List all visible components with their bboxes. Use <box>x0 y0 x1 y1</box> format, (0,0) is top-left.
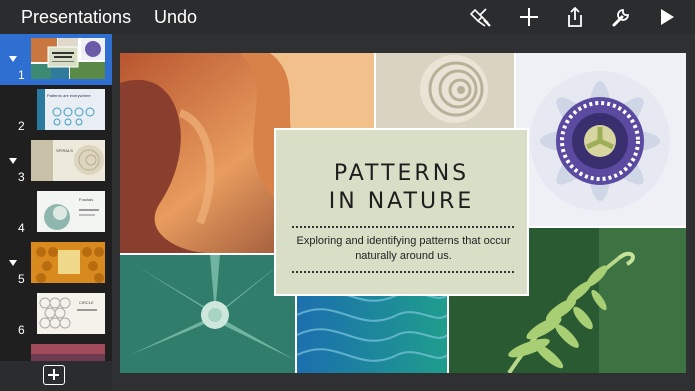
add-slide-bar <box>0 361 112 391</box>
slide-6-preview: CIRCLE <box>37 293 105 334</box>
slide-thumbnail-5[interactable]: 5 <box>0 238 112 289</box>
collapse-triangle-icon[interactable] <box>9 260 17 266</box>
format-brush-icon[interactable] <box>470 6 492 28</box>
slide-number: 6 <box>18 323 25 337</box>
presentations-button[interactable]: Presentations <box>21 7 131 28</box>
slide-subtitle[interactable]: Exploring and identifying patterns that … <box>286 234 521 264</box>
slide-number: 1 <box>18 68 25 82</box>
slide-thumbnail-3[interactable]: SPIRALS 3 <box>0 136 112 187</box>
divider-top <box>292 226 514 228</box>
slide-4-preview: Fractals <box>37 191 105 232</box>
share-icon[interactable] <box>564 6 586 28</box>
top-toolbar: Presentations Undo <box>0 0 695 34</box>
undo-button[interactable]: Undo <box>154 7 197 28</box>
succulent-photo <box>120 255 295 373</box>
shell-photo <box>376 53 514 128</box>
slide-number: 3 <box>18 170 25 184</box>
slide-5-preview <box>31 242 105 283</box>
slide-2-caption: Patterns are everywhere <box>47 93 91 98</box>
slide-3-caption: SPIRALS <box>56 148 73 153</box>
slide-thumbnail-2[interactable]: Patterns are everywhere 2 <box>0 85 112 136</box>
slide-number: 5 <box>18 272 25 286</box>
slide-number: 2 <box>18 119 25 133</box>
collapse-triangle-icon[interactable] <box>9 158 17 164</box>
wrench-icon[interactable] <box>610 6 632 28</box>
slide-3-preview: SPIRALS <box>31 140 105 181</box>
slide-title-line-1: PATTERNS <box>333 161 470 186</box>
passion-flower-photo <box>516 53 686 226</box>
add-slide-button[interactable] <box>43 365 65 385</box>
slide-title-line-2: IN NATURE <box>328 189 475 214</box>
slide-6-caption: CIRCLE <box>79 300 94 305</box>
slide-number: 4 <box>18 221 25 235</box>
slide-2-preview: Patterns are everywhere <box>37 89 105 130</box>
slide-thumbnail-4[interactable]: Fractals 4 <box>0 187 112 238</box>
collapse-triangle-icon[interactable] <box>9 56 17 62</box>
slide-1-preview <box>31 38 105 79</box>
slide-thumbnail-1[interactable]: 1 <box>0 34 112 85</box>
title-text-box[interactable]: PATTERNS IN NATURE Exploring and identif… <box>274 128 529 296</box>
slide-canvas[interactable]: PATTERNS IN NATURE Exploring and identif… <box>120 53 686 373</box>
add-plus-icon[interactable] <box>518 6 540 28</box>
play-icon[interactable] <box>656 6 678 28</box>
divider-bottom <box>292 271 514 273</box>
slide-navigator: 1 Patterns are everywhere 2 SPIRALS 3 Fr… <box>0 34 112 391</box>
slide-title[interactable]: PATTERNS IN NATURE <box>276 160 527 216</box>
slide-4-caption: Fractals <box>79 197 94 202</box>
slide-thumbnail-6[interactable]: CIRCLE 6 <box>0 289 112 340</box>
